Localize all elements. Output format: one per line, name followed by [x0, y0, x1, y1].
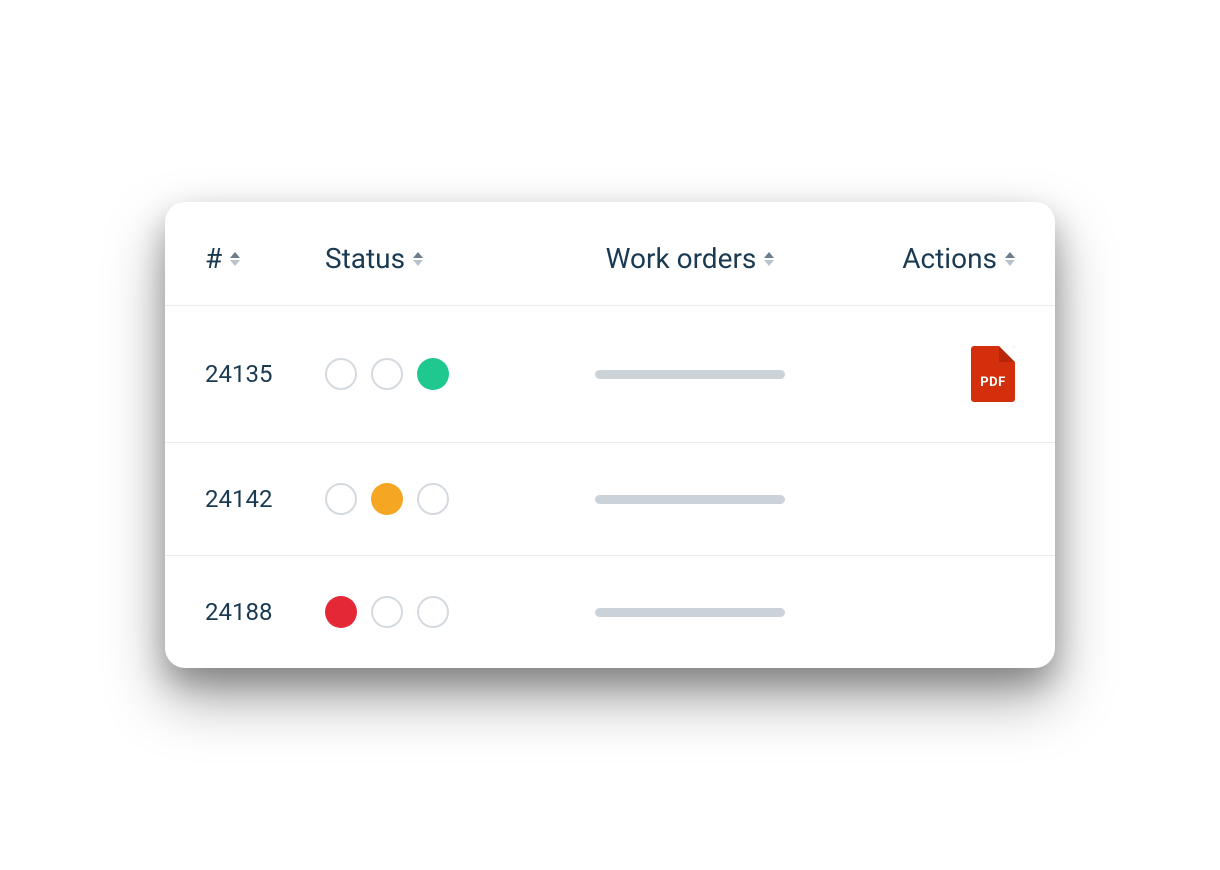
status-indicator	[325, 596, 449, 628]
row-id: 24135	[205, 360, 272, 388]
sort-icon	[1005, 252, 1015, 266]
row-id: 24142	[205, 485, 272, 513]
status-dot-empty	[325, 483, 357, 515]
pdf-icon: PDF	[971, 346, 1015, 402]
status-indicator	[325, 358, 449, 390]
table-header-row: # Status Work orders	[165, 202, 1055, 306]
table-row[interactable]: 24142	[165, 443, 1055, 556]
column-header-actions-label: Actions	[902, 242, 997, 275]
status-dot-empty	[325, 358, 357, 390]
column-header-work-orders[interactable]: Work orders	[606, 242, 775, 275]
column-header-status[interactable]: Status	[325, 242, 423, 275]
work-orders-table: # Status Work orders	[165, 202, 1055, 668]
column-header-actions[interactable]: Actions	[902, 242, 1015, 275]
table-row[interactable]: 24188	[165, 556, 1055, 668]
column-header-number[interactable]: #	[205, 242, 240, 275]
status-dot-empty	[417, 596, 449, 628]
status-dot-green	[417, 358, 449, 390]
status-dot-red	[325, 596, 357, 628]
status-indicator	[325, 483, 449, 515]
work-order-placeholder-bar	[595, 608, 785, 617]
status-dot-empty	[371, 358, 403, 390]
work-order-placeholder-bar	[595, 495, 785, 504]
table-row[interactable]: 24135 PDF	[165, 306, 1055, 443]
column-header-status-label: Status	[325, 242, 405, 275]
pdf-icon-label: PDF	[971, 375, 1015, 390]
status-dot-orange	[371, 483, 403, 515]
work-order-placeholder-bar	[595, 370, 785, 379]
status-dot-empty	[371, 596, 403, 628]
pdf-download-button[interactable]: PDF	[971, 346, 1015, 402]
sort-icon	[413, 252, 423, 266]
sort-icon	[764, 252, 774, 266]
row-id: 24188	[205, 598, 272, 626]
status-dot-empty	[417, 483, 449, 515]
sort-icon	[230, 252, 240, 266]
column-header-work-orders-label: Work orders	[606, 242, 757, 275]
column-header-number-label: #	[205, 242, 222, 275]
